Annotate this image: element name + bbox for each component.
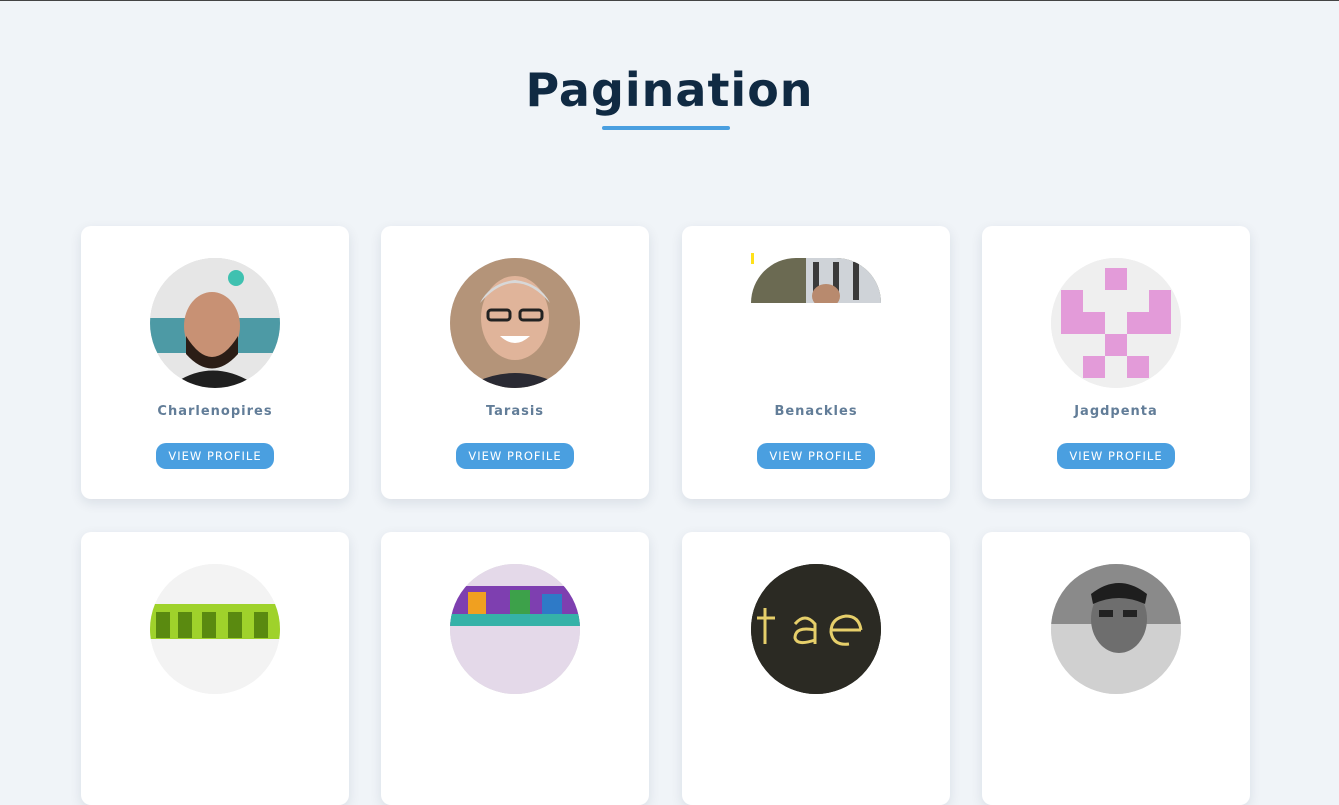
page-title: Pagination [525, 63, 814, 117]
avatar [751, 258, 881, 303]
username: Charlenopires [157, 404, 273, 419]
image-fragment [751, 253, 754, 264]
username: Tarasis [485, 404, 545, 419]
avatar-identicon-icon [1051, 258, 1181, 388]
avatar-photo-smiling-man-glasses-icon [450, 258, 580, 388]
avatar-photo-partially-loaded-icon [751, 258, 881, 303]
username: Benackles [774, 404, 858, 419]
user-card: Jagdpenta VIEW PROFILE [982, 226, 1250, 499]
user-card [381, 532, 649, 805]
avatar-logo-sauvage-icon [450, 564, 580, 694]
user-card: Benackles VIEW PROFILE [682, 226, 950, 499]
avatar [450, 258, 580, 388]
title-underline [602, 126, 730, 130]
avatar [1051, 564, 1181, 694]
view-profile-button[interactable]: VIEW PROFILE [456, 443, 574, 469]
avatar-logo-miko-icon [150, 564, 280, 694]
avatar [450, 564, 580, 694]
user-card [982, 532, 1250, 805]
view-profile-button[interactable]: VIEW PROFILE [757, 443, 875, 469]
avatar-photo-bearded-man-icon [150, 258, 280, 388]
user-card: Charlenopires VIEW PROFILE [81, 226, 349, 499]
avatar [150, 258, 280, 388]
view-profile-button[interactable]: VIEW PROFILE [156, 443, 274, 469]
user-card [682, 532, 950, 805]
avatar [1051, 258, 1181, 388]
avatar [751, 564, 881, 694]
user-card [81, 532, 349, 805]
avatar-photo-grayscale-man-icon [1051, 564, 1181, 694]
username: Jagdpenta [1074, 404, 1158, 419]
view-profile-button[interactable]: VIEW PROFILE [1057, 443, 1175, 469]
avatar-logo-tae-icon [751, 564, 881, 694]
user-card: Tarasis VIEW PROFILE [381, 226, 649, 499]
avatar [150, 564, 280, 694]
